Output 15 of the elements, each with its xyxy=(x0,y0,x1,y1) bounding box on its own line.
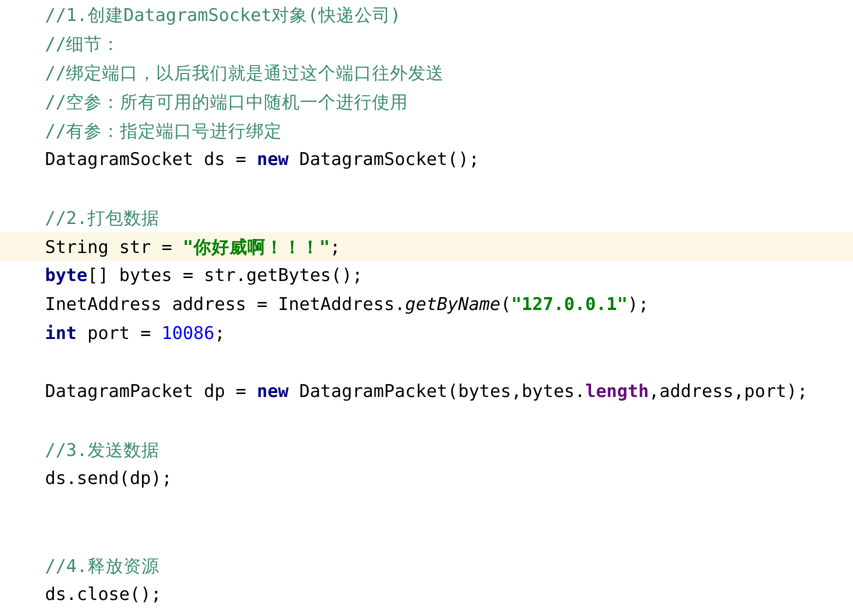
code-line: int port = 10086; xyxy=(44,322,226,346)
code-line: //有参：指定端口号进行绑定 xyxy=(44,120,284,144)
code-line: //4.释放资源 xyxy=(44,556,160,578)
code-line: DatagramSocket ds = new DatagramSocket(); xyxy=(44,148,480,172)
code-line: //3.发送数据 xyxy=(44,440,160,462)
code-line: //细节： xyxy=(44,34,122,56)
code-line: ds.close(); xyxy=(44,584,163,606)
code-line: //绑定端口，以后我们就是通过这个端口往外发送 xyxy=(44,62,446,86)
code-line: //空参：所有可用的端口中随机一个进行使用 xyxy=(44,92,410,114)
code-line: InetAddress address = InetAddress.getByName("127.0.0.1"); xyxy=(44,294,650,316)
code-line: DatagramPacket dp = new DatagramPacket(bytes,bytes.length,address,port); xyxy=(44,380,809,404)
code-line: ds.send(dp); xyxy=(44,468,174,490)
code-line: //1.创建DatagramSocket对象(快递公司) xyxy=(44,4,402,28)
code-line: byte[] bytes = str.getBytes(); xyxy=(44,264,364,288)
code-line: //2.打包数据 xyxy=(44,208,160,230)
